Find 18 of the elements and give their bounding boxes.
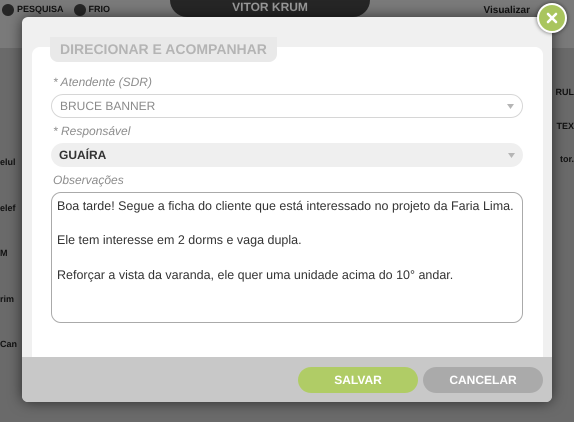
- field-label: elul: [0, 156, 17, 169]
- field-label: * Atendente (SDR): [53, 74, 153, 91]
- cancel-button[interactable]: CANCELAR: [423, 366, 543, 392]
- field-value: TEX: [555, 120, 574, 132]
- field-label: M: [0, 247, 8, 260]
- field-label: elef: [0, 202, 17, 214]
- field-label: * Responsável: [53, 123, 132, 140]
- view-tab[interactable]: Visualizar: [483, 3, 530, 18]
- field-value: RUL: [554, 86, 574, 99]
- notes-textarea[interactable]: Boa tarde! Segue a ficha do cliente que está interessado no projeto da Faria Lima. Ele tem interesse em 2 dorms e vaga dupla. Reforçar a vista da varanda, ele quer uma unidade acima do 10° andar.: [51, 192, 523, 323]
- field-value: tor.: [558, 153, 574, 166]
- select-field[interactable]: GUAÍRA: [51, 143, 523, 167]
- field-label: Observações: [53, 172, 125, 189]
- field-label: rim: [0, 292, 16, 306]
- field-label: Can: [0, 338, 18, 351]
- contact-name: VITOR KRUM: [170, 0, 370, 17]
- status-label: PESQUISA: [17, 3, 64, 16]
- status-label: FRIO: [88, 3, 110, 16]
